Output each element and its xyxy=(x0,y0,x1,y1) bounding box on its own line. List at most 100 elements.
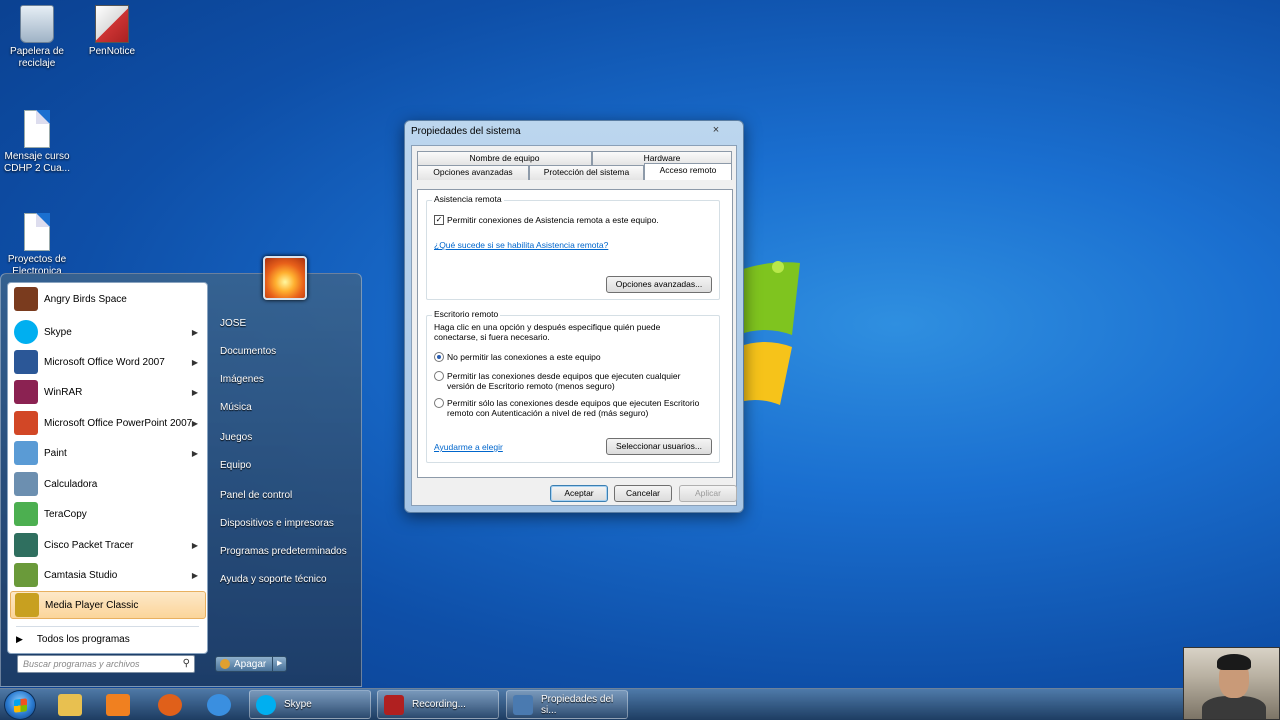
start-menu: Angry Birds Space Skype ▶ Microsoft Offi… xyxy=(0,273,362,687)
recording-icon xyxy=(384,694,404,715)
program-label: Calculadora xyxy=(44,478,98,490)
webcam-overlay xyxy=(1183,647,1280,720)
system-properties-icon xyxy=(513,694,533,715)
program-teracopy[interactable]: TeraCopy xyxy=(10,500,206,528)
tab-remote-access[interactable]: Acceso remoto xyxy=(644,163,732,180)
program-label: Paint xyxy=(44,447,67,459)
desktop-icon-label: PenNotice xyxy=(88,46,136,57)
camtasia-icon xyxy=(14,563,38,587)
start-right-help[interactable]: Ayuda y soporte técnico xyxy=(220,574,327,585)
submenu-arrow-icon: ▶ xyxy=(191,448,198,458)
taskbar-task-recording[interactable]: Recording... xyxy=(377,690,499,719)
webcam-person-hair xyxy=(1217,654,1251,670)
start-right-control-panel[interactable]: Panel de control xyxy=(220,490,292,501)
start-right-devices[interactable]: Dispositivos e impresoras xyxy=(220,518,334,529)
start-search-input[interactable]: Buscar programas y archivos ⚲ xyxy=(17,655,195,673)
taskbar-pin-media-player[interactable] xyxy=(96,691,140,719)
help-me-choose-link[interactable]: Ayudarme a elegir xyxy=(434,442,503,452)
firefox-icon xyxy=(158,694,182,716)
submenu-arrow-icon: ▶ xyxy=(191,418,198,428)
cisco-packet-tracer-icon xyxy=(14,533,38,557)
cancel-button[interactable]: Cancelar xyxy=(614,485,672,502)
advanced-options-button[interactable]: Opciones avanzadas... xyxy=(606,276,712,293)
shutdown-options-arrow-icon[interactable]: ▶ xyxy=(273,656,288,672)
radio-button[interactable] xyxy=(434,371,444,381)
shutdown-label: Apagar xyxy=(234,658,267,670)
taskbar-pin-firefox[interactable] xyxy=(148,691,192,719)
desktop-icon-label: Papelera de reciclaje xyxy=(10,46,64,69)
shutdown-button[interactable]: Apagar xyxy=(215,656,274,672)
program-calculator[interactable]: Calculadora xyxy=(10,470,206,498)
ok-button[interactable]: Aceptar xyxy=(550,485,608,502)
start-right-documents[interactable]: Documentos xyxy=(220,346,276,357)
teracopy-icon xyxy=(14,502,38,526)
program-paint[interactable]: Paint ▶ xyxy=(10,439,206,467)
submenu-arrow-icon: ▶ xyxy=(191,357,198,367)
program-label: Skype xyxy=(44,326,72,338)
start-right-music[interactable]: Música xyxy=(220,402,252,413)
remote-assistance-checkbox-row[interactable]: ✓ Permitir conexiones de Asistencia remo… xyxy=(434,215,659,225)
remote-assistance-checkbox[interactable]: ✓ xyxy=(434,215,444,225)
select-users-button[interactable]: Seleccionar usuarios... xyxy=(606,438,712,455)
powerpoint-icon xyxy=(14,411,38,435)
program-camtasia[interactable]: Camtasia Studio ▶ xyxy=(10,561,206,589)
radio-nla-only[interactable]: Permitir sólo las conexiones desde equip… xyxy=(434,398,704,418)
remote-access-panel: Asistencia remota ✓ Permitir conexiones … xyxy=(417,189,733,478)
media-player-icon xyxy=(106,694,130,716)
tab-system-protection[interactable]: Protección del sistema xyxy=(529,165,644,180)
program-label: Camtasia Studio xyxy=(44,569,118,581)
separator xyxy=(16,626,199,627)
tab-advanced-options[interactable]: Opciones avanzadas xyxy=(417,165,529,180)
program-word[interactable]: Microsoft Office Word 2007 ▶ xyxy=(10,348,206,376)
shield-icon xyxy=(220,659,230,669)
word-icon xyxy=(14,350,38,374)
apply-button[interactable]: Aplicar xyxy=(679,485,737,502)
radio-button[interactable] xyxy=(434,352,444,362)
desktop-icon-proyectos[interactable]: Proyectos de Electronica xyxy=(0,213,74,278)
tab-computer-name[interactable]: Nombre de equipo xyxy=(417,151,592,165)
all-programs-button[interactable]: ▶ Todos los programas xyxy=(16,634,130,645)
checkbox-label: Permitir conexiones de Asistencia remota… xyxy=(447,215,659,225)
user-avatar[interactable] xyxy=(263,256,307,300)
taskbar-pin-explorer[interactable] xyxy=(48,691,92,719)
desktop-icon-pennotice[interactable]: PenNotice xyxy=(75,5,149,58)
task-label: Skype xyxy=(284,699,312,710)
taskbar-task-system-properties[interactable]: Propiedades del si... xyxy=(506,690,628,719)
taskbar: Skype Recording... Propiedades del si... xyxy=(0,688,1280,720)
dialog-title: Propiedades del sistema xyxy=(411,126,521,137)
radio-button[interactable] xyxy=(434,398,444,408)
remote-desktop-description: Haga clic en una opción y después especi… xyxy=(434,322,661,342)
start-right-games[interactable]: Juegos xyxy=(220,432,252,443)
start-right-user[interactable]: JOSE xyxy=(220,318,246,329)
program-media-player-classic[interactable]: Media Player Classic xyxy=(10,591,206,619)
close-icon[interactable]: × xyxy=(695,123,737,139)
program-powerpoint[interactable]: Microsoft Office PowerPoint 2007 ▶ xyxy=(10,409,206,437)
recycle-bin-icon xyxy=(20,5,54,43)
desktop-icon-recycle-bin[interactable]: Papelera de reciclaje xyxy=(0,5,74,70)
start-menu-programs: Angry Birds Space Skype ▶ Microsoft Offi… xyxy=(7,282,208,654)
radio-no-connections[interactable]: No permitir las conexiones a este equipo xyxy=(434,352,601,362)
start-right-computer[interactable]: Equipo xyxy=(220,460,251,471)
program-label: Media Player Classic xyxy=(45,599,139,611)
start-right-default-programs[interactable]: Programas predeterminados xyxy=(220,546,347,557)
paint-icon xyxy=(14,441,38,465)
program-skype[interactable]: Skype ▶ xyxy=(10,318,206,346)
program-winrar[interactable]: WinRAR ▶ xyxy=(10,378,206,406)
radio-any-version[interactable]: Permitir las conexiones desde equipos qu… xyxy=(434,371,704,391)
remote-assistance-label: Asistencia remota xyxy=(432,194,504,204)
submenu-arrow-icon: ▶ xyxy=(191,327,198,337)
taskbar-task-skype[interactable]: Skype xyxy=(249,690,371,719)
webcam-person-body xyxy=(1202,696,1266,719)
dialog-body: Nombre de equipo Hardware Opciones avanz… xyxy=(411,145,737,506)
program-angry-birds[interactable]: Angry Birds Space xyxy=(10,285,206,313)
submenu-arrow-icon: ▶ xyxy=(191,540,198,550)
search-icon: ⚲ xyxy=(182,658,190,669)
taskbar-pin-internet-explorer[interactable] xyxy=(197,691,241,719)
all-programs-label: Todos los programas xyxy=(36,634,130,645)
start-right-images[interactable]: Imágenes xyxy=(220,374,264,385)
start-button[interactable] xyxy=(4,690,36,720)
remote-assistance-help-link[interactable]: ¿Qué sucede si se habilita Asistencia re… xyxy=(434,240,608,250)
skype-icon xyxy=(256,694,276,715)
desktop-icon-mensaje[interactable]: Mensaje curso CDHP 2 Cua... xyxy=(0,110,74,175)
program-cisco-packet-tracer[interactable]: Cisco Packet Tracer ▶ xyxy=(10,531,206,559)
